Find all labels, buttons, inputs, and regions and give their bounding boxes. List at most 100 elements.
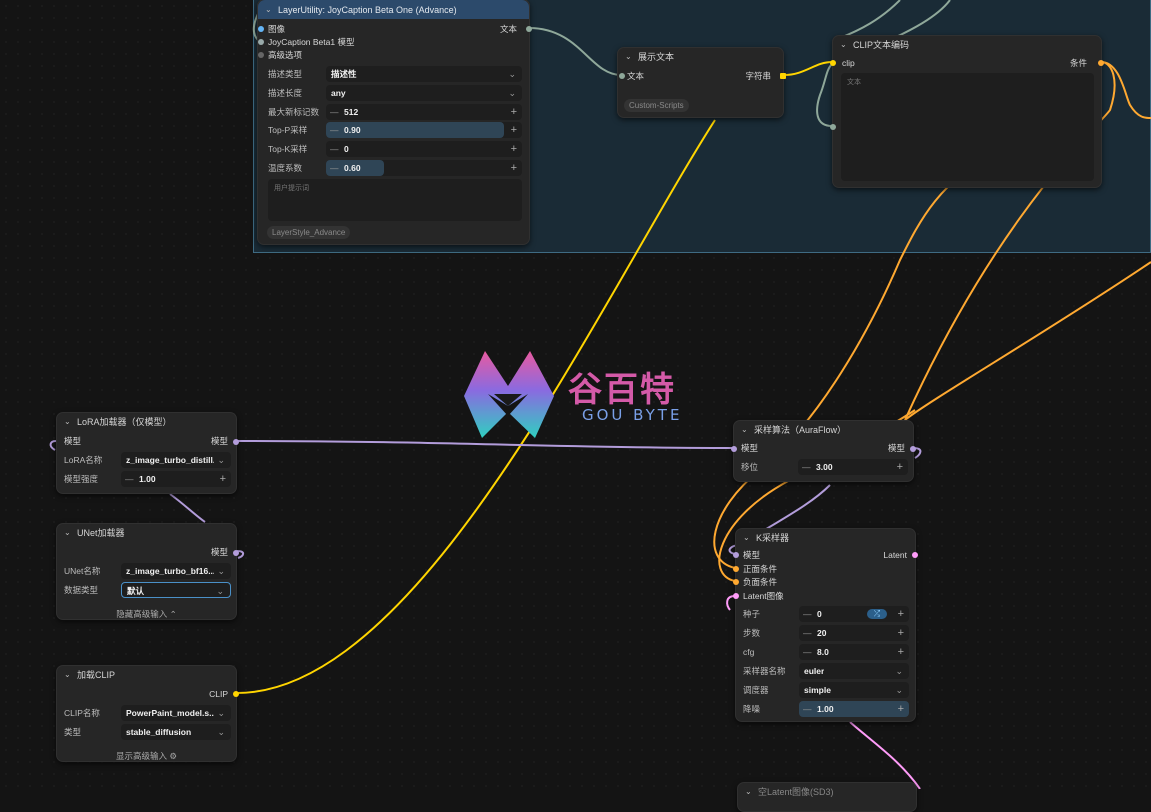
widget-label: Top-K采样 (268, 144, 308, 154)
input-slot-model[interactable]: 模型 (743, 549, 760, 562)
shuffle-icon[interactable]: ⤮ (867, 609, 887, 619)
slot-dot[interactable] (1098, 60, 1104, 66)
input-slot-image[interactable]: 图像 (268, 23, 285, 36)
top-p-slider[interactable]: —0.90 + (326, 122, 522, 138)
slot-dot[interactable] (910, 446, 916, 452)
settings-sliders-icon: ⚙ (169, 751, 177, 761)
node-source-tag: LayerStyle_Advance (267, 226, 351, 239)
slot-dot[interactable] (526, 26, 532, 32)
top-k-stepper[interactable]: —0 + (326, 141, 522, 157)
output-slot-conditioning[interactable]: 条件 (1070, 57, 1087, 70)
steps-stepper[interactable]: —20 + (799, 625, 909, 641)
slot-dot[interactable] (733, 552, 739, 558)
input-slot-text[interactable]: 文本 (627, 70, 644, 83)
widget-label: 采样器名称 (743, 666, 786, 676)
advanced-inputs-toggle[interactable]: 隐藏高级输入 ⌃ (57, 608, 236, 620)
clip-text-encode-node[interactable]: ⌄ CLIP文本编码 clip 条件 文本 (830, 35, 1104, 188)
widget-label: 最大新标记数 (268, 107, 320, 117)
widget-label: 移位 (741, 462, 759, 472)
output-slot-latent[interactable]: Latent (883, 549, 907, 562)
auraflow-sampling-node[interactable]: ⌄ 采样算法（AuraFlow） 模型 模型 移位 —3.00 + (731, 420, 916, 482)
widget-label: LoRA名称 (64, 455, 103, 465)
chevron-down-icon[interactable]: ⌄ (625, 48, 632, 66)
chevron-down-icon[interactable]: ⌄ (840, 36, 847, 54)
advanced-inputs-toggle[interactable]: 显示高级输入 ⚙ (57, 750, 236, 762)
slot-dot[interactable] (233, 691, 239, 697)
slot-dot[interactable] (830, 60, 836, 66)
cfg-stepper[interactable]: —8.0 + (799, 644, 909, 660)
slot-dot[interactable] (731, 446, 737, 452)
node-source-tag: Custom-Scripts (624, 99, 689, 112)
output-slot-model[interactable]: 模型 (211, 546, 228, 559)
chevron-down-icon: ⌄ (508, 69, 516, 79)
slot-dot[interactable] (258, 52, 264, 58)
weight-dtype-select[interactable]: 默认 ⌄ (121, 582, 231, 598)
seed-stepper[interactable]: —0 ⤮ + (799, 606, 909, 622)
empty-latent-node[interactable]: ⌄ 空Latent图像(SD3) (737, 782, 917, 812)
output-slot-model[interactable]: 模型 (211, 435, 228, 448)
ksampler-node[interactable]: ⌄ K采样器 模型 正面条件 负面条件 Latent图像 Latent 种子 —0… (733, 528, 918, 722)
widget-label: 描述长度 (268, 88, 303, 98)
output-slot-clip[interactable]: CLIP (209, 688, 228, 701)
input-slot-positive[interactable]: 正面条件 (743, 563, 777, 576)
slot-dot[interactable] (733, 593, 739, 599)
widget-label: 类型 (64, 727, 82, 737)
clip-name-select[interactable]: PowerPaint_model.s... ⌄ (121, 705, 231, 721)
joycaption-node[interactable]: ⌄ LayerUtility: JoyCaption Beta One (Adva… (257, 0, 532, 245)
show-text-node[interactable]: ⌄ 展示文本 文本 字符串 Custom-Scripts (617, 47, 786, 118)
chevron-down-icon[interactable]: ⌄ (741, 421, 748, 439)
temperature-slider[interactable]: —0.60 + (326, 160, 522, 176)
slot-dot[interactable] (233, 550, 239, 556)
chevron-down-icon[interactable]: ⌄ (64, 413, 71, 431)
chevron-down-icon: ⌄ (217, 455, 225, 465)
input-slot-clip[interactable]: clip (842, 57, 855, 70)
model-strength-stepper[interactable]: —1.00 + (121, 471, 231, 487)
input-slot-model[interactable]: JoyCaption Beta1 模型 (268, 36, 354, 49)
output-slot-string[interactable]: 字符串 (745, 70, 771, 83)
input-slot-advanced[interactable]: 高级选项 (268, 49, 302, 62)
chevron-down-icon[interactable]: ⌄ (64, 666, 71, 684)
caption-type-select[interactable]: 描述性 ⌄ (326, 66, 522, 82)
chevron-down-icon: ⌄ (745, 787, 752, 796)
slot-dot[interactable] (733, 566, 739, 572)
slot-dot[interactable] (258, 26, 264, 32)
widget-label: UNet名称 (64, 566, 101, 576)
input-slot-model[interactable]: 模型 (64, 435, 81, 448)
input-slot-negative[interactable]: 负面条件 (743, 576, 777, 589)
lora-name-select[interactable]: z_image_turbo_distill... ⌄ (121, 452, 231, 468)
scheduler-select[interactable]: simple ⌄ (799, 682, 909, 698)
unet-name-select[interactable]: z_image_turbo_bf16.... ⌄ (121, 563, 231, 579)
widget-label: 降噪 (743, 704, 761, 714)
output-slot-model[interactable]: 模型 (888, 442, 905, 455)
chevron-down-icon[interactable]: ⌄ (743, 529, 750, 547)
slot-dot[interactable] (830, 124, 836, 130)
widget-label: cfg (743, 647, 755, 657)
unet-loader-node[interactable]: ⌄ UNet加载器 模型 UNet名称 z_image_turbo_bf16...… (56, 523, 239, 620)
denoise-slider[interactable]: —1.00 + (799, 701, 909, 717)
chevron-down-icon: ⌄ (217, 566, 225, 576)
node-title: K采样器 (756, 533, 790, 543)
output-slot-text[interactable]: 文本 (500, 23, 517, 36)
load-clip-node[interactable]: ⌄ 加载CLIP CLIP CLIP名称 PowerPaint_model.s..… (56, 665, 239, 762)
slot-dot[interactable] (733, 579, 739, 585)
sampler-name-select[interactable]: euler ⌄ (799, 663, 909, 679)
slot-dot[interactable] (912, 552, 918, 558)
text-textarea[interactable]: 文本 (841, 73, 1094, 181)
chevron-down-icon[interactable]: ⌄ (64, 524, 71, 542)
caption-length-select[interactable]: any ⌄ (326, 85, 522, 101)
chevron-down-icon: ⌄ (895, 685, 903, 695)
slot-dot[interactable] (619, 73, 625, 79)
lora-loader-node[interactable]: ⌄ LoRA加载器（仅模型） 模型 模型 LoRA名称 z_image_turbo… (56, 412, 239, 494)
slot-dot[interactable] (258, 39, 264, 45)
max-tokens-stepper[interactable]: —512 + (326, 104, 522, 120)
chevron-down-icon: ⌄ (217, 727, 225, 737)
slot-dot[interactable] (233, 439, 239, 445)
input-slot-model[interactable]: 模型 (741, 442, 758, 455)
node-title: UNet加载器 (77, 528, 125, 538)
slot-dot[interactable] (780, 73, 786, 79)
chevron-down-icon[interactable]: ⌄ (265, 0, 272, 20)
clip-type-select[interactable]: stable_diffusion ⌄ (121, 724, 231, 740)
shift-stepper[interactable]: —3.00 + (798, 459, 908, 475)
input-slot-latent[interactable]: Latent图像 (743, 590, 784, 603)
user-prompt-textarea[interactable]: 用户提示词 (268, 179, 522, 221)
